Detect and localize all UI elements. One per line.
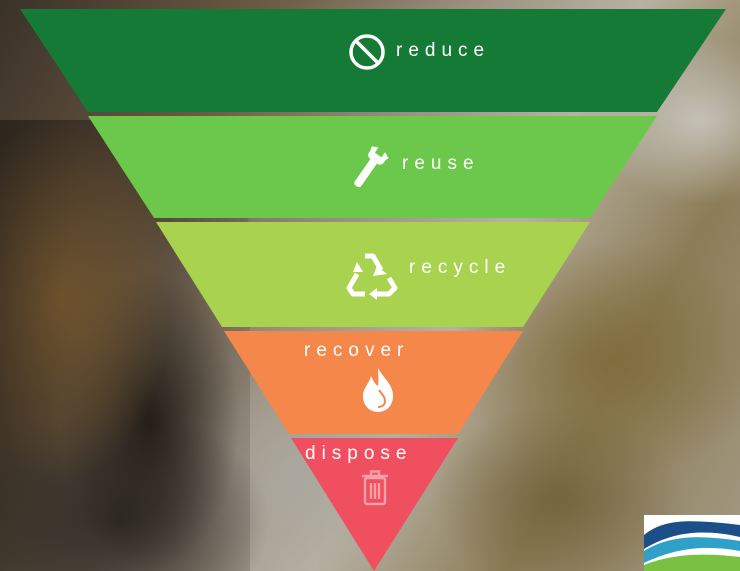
wrench-icon	[354, 145, 389, 188]
tier-label-dispose: dispose	[305, 443, 413, 464]
tier-label-recycle: recycle	[409, 257, 512, 278]
flame-icon	[363, 368, 393, 412]
hierarchy-diagram: reduce reuse recycle recover dispose	[0, 0, 740, 571]
tier-label-reduce: reduce	[396, 40, 491, 61]
no-entry-icon	[349, 34, 385, 70]
tier-label-recover: recover	[304, 340, 410, 361]
recycle-icon	[346, 253, 398, 300]
trash-bin-icon	[362, 470, 388, 506]
wave-logo-icon	[644, 515, 740, 571]
tier-label-reuse: reuse	[402, 153, 480, 174]
